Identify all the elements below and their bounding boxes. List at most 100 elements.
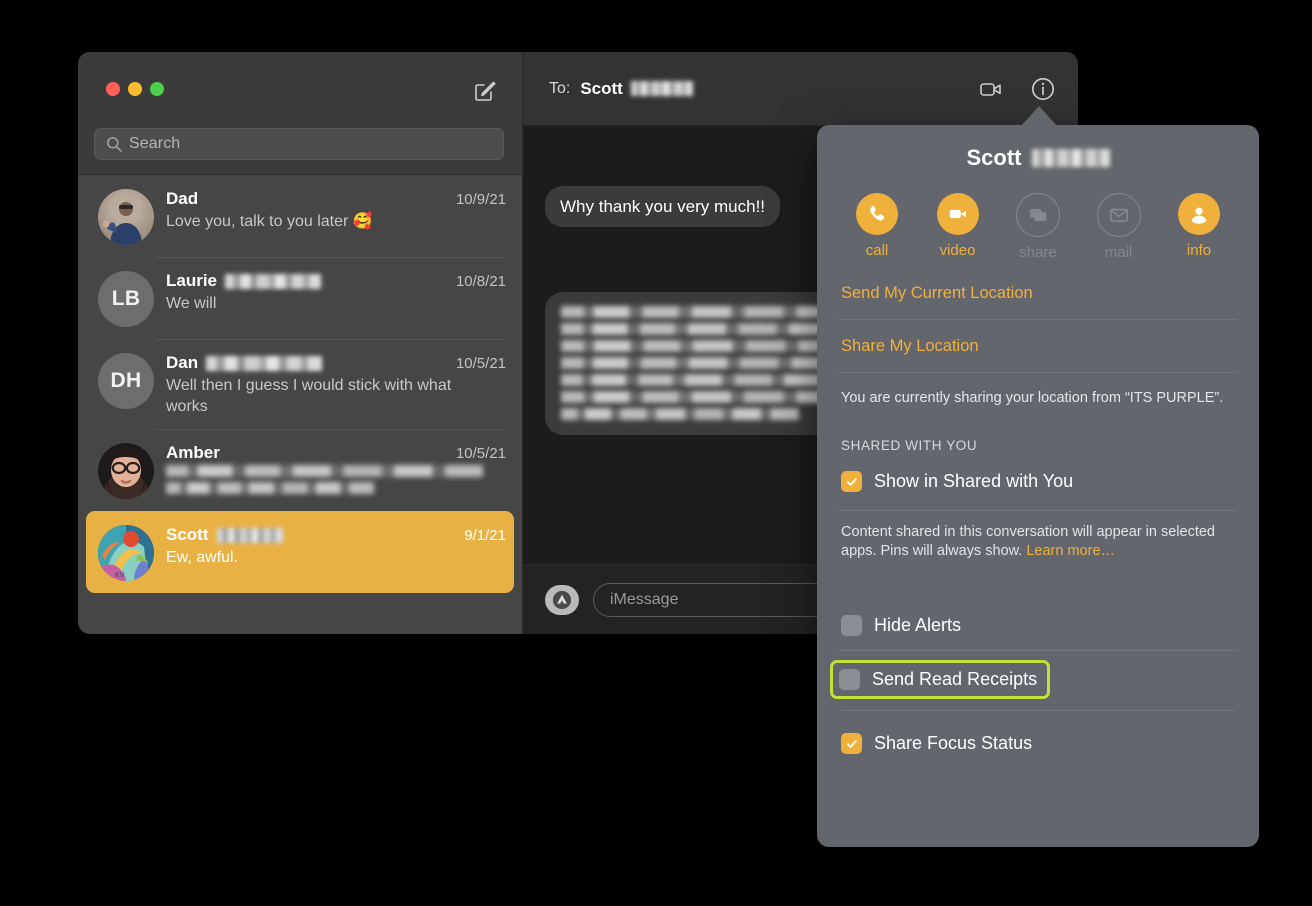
traffic-lights <box>106 82 164 96</box>
contact-name: Laurie <box>166 271 322 291</box>
learn-more-link[interactable]: Learn more… <box>1026 543 1115 559</box>
zoom-button[interactable] <box>150 82 164 96</box>
phone-icon <box>856 193 898 235</box>
avatar: LB <box>98 271 154 327</box>
checkbox-unchecked-icon <box>841 615 862 636</box>
video-camera-icon <box>936 193 979 235</box>
contact-first-name: Scott <box>166 525 209 544</box>
info-label: info <box>1186 242 1212 259</box>
send-read-receipts-label: Send Read Receipts <box>872 669 1038 689</box>
list-item-body: Amber 10/5/21 <box>166 441 506 499</box>
list-item-body: Dad 10/9/21 Love you, talk to you later … <box>166 187 506 232</box>
contact-name: Amber <box>166 443 220 463</box>
redacted-last-name <box>206 355 323 371</box>
contact-name: Scott <box>166 525 283 545</box>
message-preview <box>166 465 506 494</box>
person-circle-icon <box>1178 193 1220 235</box>
list-item[interactable]: DH Dan 10/5/21 Well then I guess I would… <box>86 339 514 429</box>
avatar: KV <box>98 525 154 581</box>
checkbox-checked-icon <box>841 733 862 754</box>
list-item-body: Dan 10/5/21 Well then I guess I would st… <box>166 351 506 417</box>
search-placeholder: Search <box>129 135 181 152</box>
list-item-body: Laurie 10/8/21 We will <box>166 269 506 314</box>
share-focus-status-checkbox[interactable]: Share Focus Status <box>839 725 1237 762</box>
message-date: 10/5/21 <box>455 445 506 462</box>
info-button[interactable]: info <box>1163 193 1235 261</box>
popover-actions: call video share mail info <box>839 171 1237 267</box>
message-preview: We will <box>166 295 217 312</box>
contact-first-name: Dan <box>166 353 199 372</box>
list-item[interactable]: Dad 10/9/21 Love you, talk to you later … <box>86 175 514 257</box>
mail-label: mail <box>1104 244 1133 261</box>
shared-with-you-heading: SHARED WITH YOU <box>841 438 978 453</box>
message-input-placeholder: iMessage <box>610 590 679 608</box>
conversation-header: To: Scott <box>523 52 1078 126</box>
sidebar: Search Dad 10/9/21 Love you, talk to you… <box>78 52 523 634</box>
share-label: share <box>1019 244 1057 261</box>
location-sharing-note: You are currently sharing your location … <box>841 390 1224 406</box>
list-item-body: Scott 9/1/21 Ew, awful. <box>166 523 506 568</box>
list-item[interactable]: LB Laurie 10/8/21 We will <box>86 257 514 339</box>
shared-with-you-hint: Content shared in this conversation will… <box>839 510 1237 561</box>
show-in-shared-with-you-checkbox[interactable]: Show in Shared with You <box>839 463 1237 500</box>
message-date: 9/1/21 <box>464 527 506 544</box>
redacted-preview-line <box>166 482 374 494</box>
to-label: To: <box>549 79 571 97</box>
contact-details-popover: Scott call video share mail info Send My… <box>817 125 1259 847</box>
contact-name: Dad <box>166 189 198 209</box>
checkbox-unchecked-icon <box>839 669 860 690</box>
divider <box>841 710 1235 711</box>
list-item-scott[interactable]: KV Scott 9/1/21 Ew, awful. <box>86 511 514 593</box>
avatar-initials: DH <box>110 369 142 392</box>
sidebar-titlebar: Search <box>78 52 522 175</box>
contact-first-name: Dad <box>166 189 199 208</box>
video-label: video <box>939 242 976 259</box>
redacted-last-name <box>216 527 283 543</box>
contact-name: Dan <box>166 353 323 373</box>
message-preview: Well then I guess I would stick with wha… <box>166 377 452 415</box>
mail-icon <box>1096 193 1141 237</box>
show-in-shared-with-you-label: Show in Shared with You <box>874 471 1074 491</box>
search-icon <box>105 135 123 153</box>
share-my-location-button[interactable]: Share My Location <box>839 320 1237 373</box>
contact-first-name: Amber <box>166 443 220 462</box>
call-button[interactable]: call <box>841 193 913 261</box>
redacted-text-line <box>561 408 799 420</box>
message-date: 10/5/21 <box>455 355 506 372</box>
share-button: share <box>1002 193 1074 261</box>
incoming-bubble: Why thank you very much!! <box>545 186 781 227</box>
recipient-first-name: Scott <box>580 78 623 98</box>
avatar-initials: LB <box>111 287 141 310</box>
minimize-button[interactable] <box>128 82 142 96</box>
avatar <box>98 189 154 245</box>
redacted-popover-last-name <box>1031 149 1110 167</box>
message-preview: Ew, awful. <box>166 549 239 566</box>
checkbox-checked-icon <box>841 471 862 492</box>
send-read-receipts-checkbox[interactable]: Send Read Receipts <box>829 660 1051 699</box>
mail-button: mail <box>1083 193 1155 261</box>
video-button[interactable]: video <box>922 193 994 261</box>
send-my-current-location-button[interactable]: Send My Current Location <box>839 267 1237 320</box>
screen-share-icon <box>1016 193 1060 237</box>
contact-first-name: Laurie <box>166 271 218 290</box>
conversation-list[interactable]: Dad 10/9/21 Love you, talk to you later … <box>78 175 522 634</box>
popover-contact-first-name: Scott <box>966 145 1022 170</box>
close-button[interactable] <box>106 82 120 96</box>
header-actions <box>978 76 1056 102</box>
info-circle-icon[interactable] <box>1030 76 1056 102</box>
search-input[interactable]: Search <box>94 128 504 160</box>
recipient-name: Scott <box>580 79 693 99</box>
list-item[interactable]: Amber 10/5/21 <box>86 429 514 511</box>
redacted-last-name <box>225 273 322 289</box>
message-date: 10/9/21 <box>455 191 506 208</box>
avatar <box>98 443 154 499</box>
hide-alerts-checkbox[interactable]: Hide Alerts <box>839 607 1237 651</box>
video-camera-icon[interactable] <box>978 76 1004 102</box>
svg-text:KV: KV <box>115 572 125 579</box>
share-focus-status-label: Share Focus Status <box>874 733 1033 753</box>
hide-alerts-label: Hide Alerts <box>874 615 962 635</box>
compose-icon[interactable] <box>472 78 498 104</box>
avatar: DH <box>98 353 154 409</box>
screen: Search Dad 10/9/21 Love you, talk to you… <box>0 0 1312 906</box>
app-store-icon[interactable] <box>545 584 579 615</box>
